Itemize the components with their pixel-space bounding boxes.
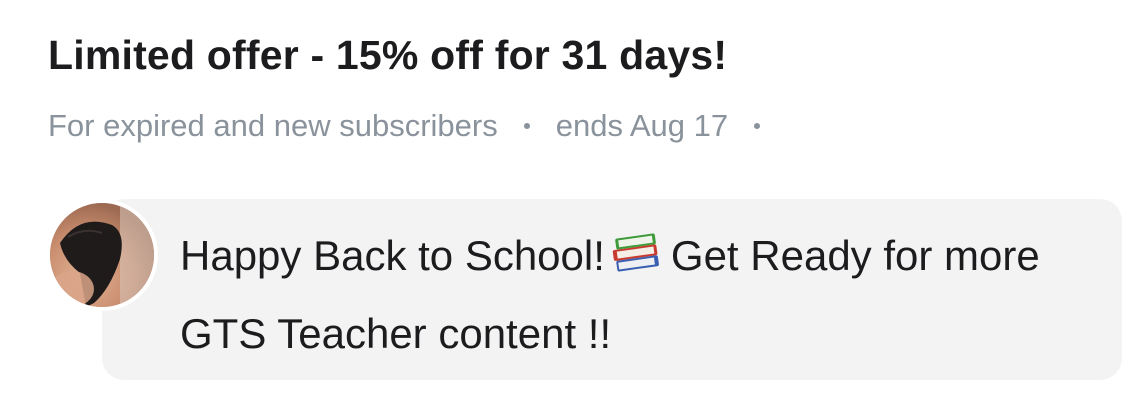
- offer-end-date: ends Aug 17: [555, 108, 729, 143]
- avatar[interactable]: [46, 199, 158, 311]
- redacted-meta: [790, 116, 910, 136]
- books-icon: [611, 226, 661, 298]
- offer-title: Limited offer - 15% off for 31 days!: [48, 32, 728, 78]
- avatar-photo: [50, 203, 154, 307]
- offer-meta: For expired and new subscribers ends Aug…: [48, 106, 910, 146]
- message-text-start: Happy Back to School!: [180, 232, 605, 279]
- separator-dot: [523, 123, 530, 129]
- separator-dot: [754, 123, 761, 129]
- message-text: Happy Back to School! Get Ready for more…: [180, 220, 1100, 370]
- offer-audience: For expired and new subscribers: [48, 108, 498, 143]
